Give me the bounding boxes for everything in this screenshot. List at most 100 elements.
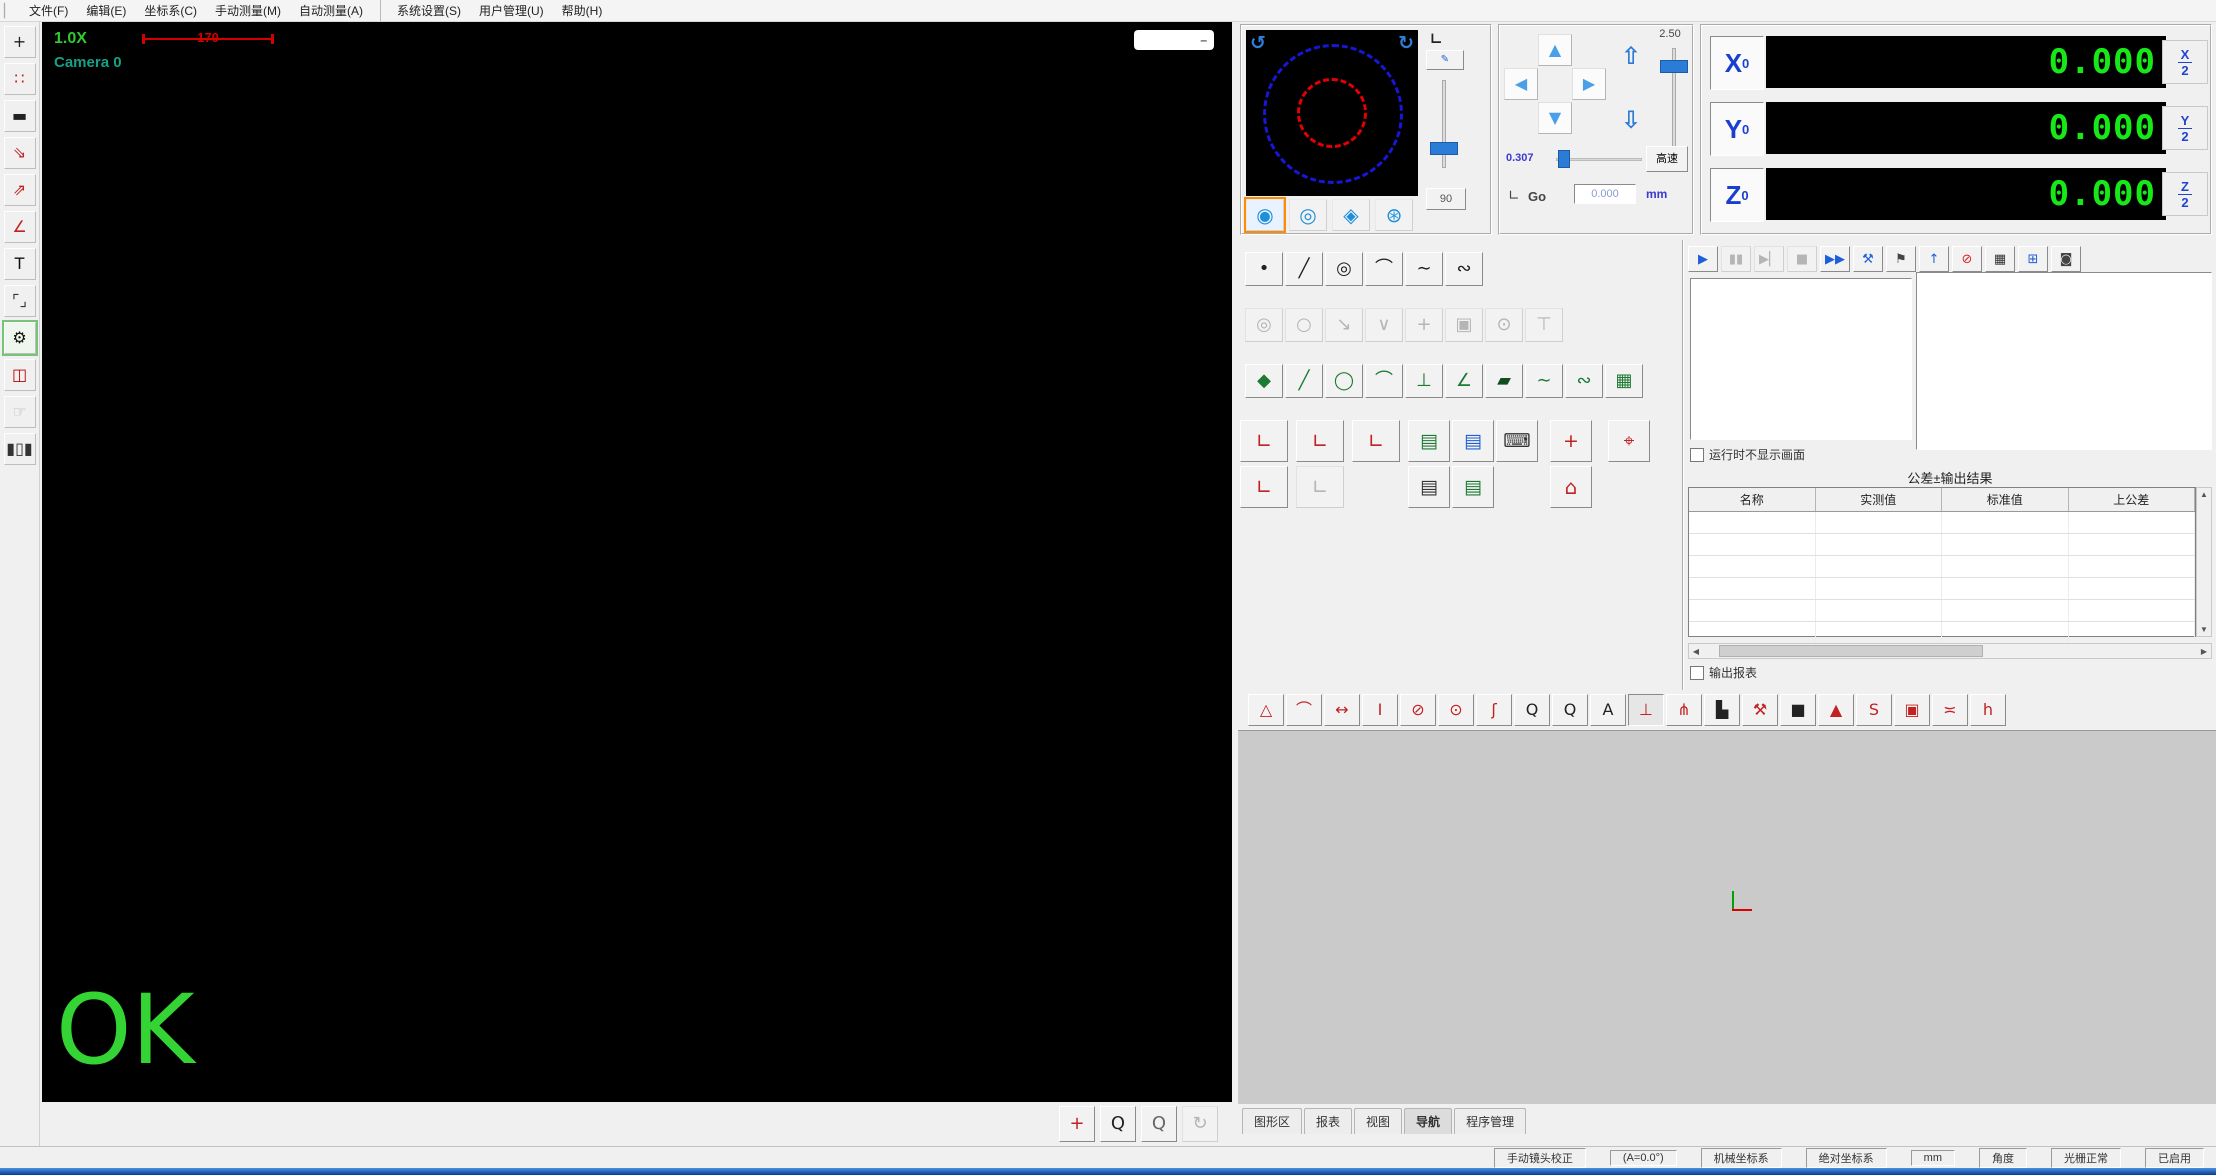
go-home-button[interactable]: ⌂ (1550, 466, 1592, 508)
table-vertical-scrollbar[interactable]: ▲▼ (2196, 487, 2212, 637)
zoom-in-button[interactable]: Q (1514, 694, 1550, 726)
point-tool-button[interactable]: • (1245, 252, 1283, 286)
caliper-up-icon[interactable]: ⇗ (4, 174, 36, 206)
selection-tool-icon[interactable]: ⌜⌟ (4, 285, 36, 317)
construct-curve-button[interactable]: ∼ (1525, 364, 1563, 398)
array-grid-button[interactable]: ⊞ (2018, 246, 2048, 272)
light-slider-thumb[interactable] (1430, 142, 1458, 155)
video-camera-icon[interactable]: ◫ (4, 359, 36, 391)
square-tool-button[interactable]: ■ (1780, 694, 1816, 726)
circle-tool-button[interactable]: ◎ (1325, 252, 1363, 286)
half-value-button[interactable]: Y2 (2162, 106, 2208, 150)
jog-left-button[interactable]: ◀ (1504, 68, 1538, 100)
curve-tool-button[interactable]: ∼ (1405, 252, 1443, 286)
s-tool-button[interactable]: S (1856, 694, 1892, 726)
h-distance-button[interactable]: ↔ (1324, 694, 1360, 726)
auto-vee-button[interactable]: ∨ (1365, 308, 1403, 342)
zoom-fit-button[interactable]: Q (1141, 1106, 1177, 1142)
scroll-right-icon[interactable]: ▶ (2197, 647, 2211, 656)
construct-closed-curve-button[interactable]: ∾ (1565, 364, 1603, 398)
probe-path-button[interactable]: ⌖ (1608, 420, 1650, 462)
results-table[interactable]: 名称实测值标准值上公差 (1688, 487, 2196, 637)
tab-view[interactable]: 视图 (1354, 1108, 1402, 1134)
coord-marker-button[interactable]: ⊥ (1628, 694, 1664, 726)
coord-clear-button[interactable]: ∟ (1296, 466, 1344, 508)
settings-gear-icon[interactable]: ⚙ (4, 322, 36, 354)
line-probe-icon[interactable]: ▬ (4, 100, 36, 132)
auto-cross-button[interactable]: + (1405, 308, 1443, 342)
table-header-cell[interactable]: 上公差 (2069, 488, 2196, 511)
crosshair-tool-icon[interactable]: + (4, 26, 36, 58)
pan-view-button[interactable]: + (1059, 1106, 1095, 1142)
tab-navigation[interactable]: 导航 (1404, 1108, 1452, 1134)
edit-flag-button[interactable]: ⚑ (1886, 246, 1916, 272)
construct-line-button[interactable]: ╱ (1285, 364, 1323, 398)
circle-distance-button[interactable]: ⊙ (1438, 694, 1474, 726)
table-row[interactable] (1689, 512, 2195, 534)
quad-light-icon[interactable]: ◈ (1332, 199, 1370, 231)
angle-tool-icon[interactable]: ∠ (4, 211, 36, 243)
checkbox-icon[interactable] (1690, 666, 1704, 680)
light-value-button[interactable]: 90 (1426, 188, 1466, 210)
closed-curve-tool-button[interactable]: ∾ (1445, 252, 1483, 286)
record-camera-green-button[interactable]: ▤ (1408, 420, 1450, 462)
construct-plane-button[interactable]: ▰ (1485, 364, 1523, 398)
half-value-button[interactable]: X2 (2162, 40, 2208, 84)
arc-measure-button[interactable]: ⌒ (1286, 694, 1322, 726)
light-ring-display[interactable]: ↺ ↻ (1246, 30, 1418, 196)
graphics-3d-view[interactable] (1238, 730, 2216, 1104)
hand-tool-icon[interactable]: ☞ (4, 396, 36, 428)
move-up-button[interactable]: ↑ (1919, 246, 1949, 272)
table-header-cell[interactable]: 实测值 (1816, 488, 1943, 511)
camera-overlay-minimize[interactable]: – (1134, 30, 1214, 50)
auto-image-button[interactable]: ▣ (1445, 308, 1483, 342)
menu-item[interactable]: 编辑(E) (77, 0, 135, 21)
auto-polygon-button[interactable]: ○ (1285, 308, 1323, 342)
capture-film-button[interactable]: ◙ (2051, 246, 2081, 272)
auto-circle-button[interactable]: ◎ (1245, 308, 1283, 342)
table-row[interactable] (1689, 622, 2195, 644)
forbid-button[interactable]: ⊘ (1952, 246, 1982, 272)
grid-red-button[interactable]: ▣ (1894, 694, 1930, 726)
menu-item[interactable]: 系统设置(S) (380, 0, 470, 21)
tab-report[interactable]: 报表 (1304, 1108, 1352, 1134)
camera-view[interactable]: 1.0X Camera 0 170 OK – (42, 22, 1232, 1102)
record-keyboard-button[interactable]: ⌨ (1496, 420, 1538, 462)
angle-measure-button[interactable]: △ (1248, 694, 1284, 726)
coord-align-axis-button[interactable]: ∟ (1296, 420, 1344, 462)
z-up-button[interactable]: ⇧ (1612, 38, 1650, 74)
table-row[interactable] (1689, 600, 2195, 622)
scroll-up-icon[interactable]: ▲ (2200, 490, 2208, 499)
record-camera-green2-button[interactable]: ▤ (1452, 466, 1494, 508)
hide-screen-option[interactable]: 运行时不显示画面 (1690, 446, 1805, 463)
half-value-button[interactable]: Z2 (2162, 172, 2208, 216)
edge-points-icon[interactable]: ∷ (4, 63, 36, 95)
construct-circle-button[interactable]: ◯ (1325, 364, 1363, 398)
zoom-window-button[interactable]: Q (1100, 1106, 1136, 1142)
coord-set-origin-button[interactable]: ∟ (1240, 420, 1288, 462)
program-detail-list[interactable] (1916, 272, 2212, 450)
auto-trace-button[interactable]: ↘ (1325, 308, 1363, 342)
multi-segment-light-icon[interactable]: ⊛ (1375, 199, 1413, 231)
table-header-cell[interactable]: 标准值 (1942, 488, 2069, 511)
jog-down-button[interactable]: ▼ (1538, 102, 1572, 134)
curve-fit-button[interactable]: ʃ (1476, 694, 1512, 726)
checkbox-icon[interactable] (1690, 448, 1704, 462)
jog-up-button[interactable]: ▲ (1538, 34, 1572, 66)
zoom-region-button[interactable]: Q (1552, 694, 1588, 726)
fast-speed-button[interactable]: 高速 (1646, 146, 1688, 172)
balance-tool-button[interactable]: ≍ (1932, 694, 1968, 726)
jog-right-button[interactable]: ▶ (1572, 68, 1606, 100)
v-distance-button[interactable]: I (1362, 694, 1398, 726)
arc-tool-button[interactable]: ⌒ (1365, 252, 1403, 286)
light-pen-button[interactable]: ✎ (1426, 50, 1464, 70)
output-report-option[interactable]: 输出报表 (1690, 664, 1757, 681)
table-row[interactable] (1689, 534, 2195, 556)
stamp-tool-button[interactable]: ▙ (1704, 694, 1740, 726)
table-horizontal-scrollbar[interactable]: ◀ ▶ (1688, 643, 2212, 659)
auto-tee-button[interactable]: ⊤ (1525, 308, 1563, 342)
step-button[interactable]: ▶▏ (1754, 246, 1784, 272)
run-button[interactable]: ▶ (1688, 246, 1718, 272)
stop-button[interactable]: ■ (1787, 246, 1817, 272)
caliper-down-icon[interactable]: ⇘ (4, 137, 36, 169)
